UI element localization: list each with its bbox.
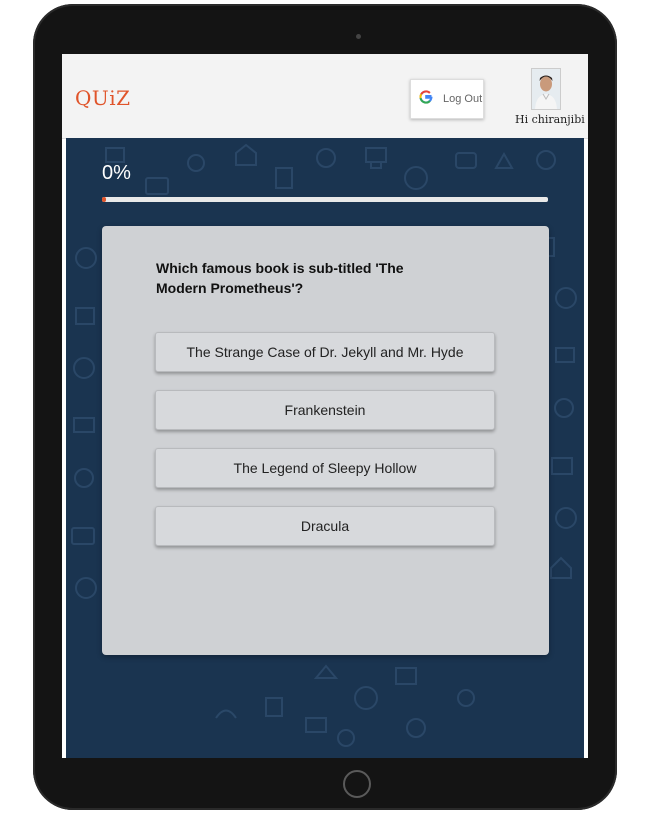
answer-option-4[interactable]: Dracula: [155, 506, 495, 546]
avatar[interactable]: [531, 68, 561, 110]
google-icon: [419, 90, 433, 104]
question-card: Which famous book is sub-titled 'The Mod…: [102, 226, 549, 655]
progress-bar: [102, 197, 548, 202]
avatar-photo: [532, 69, 560, 109]
answer-option-2[interactable]: Frankenstein: [155, 390, 495, 430]
progress-percent: 0%: [102, 162, 131, 184]
logout-label: Log Out: [443, 93, 483, 105]
user-greeting: Hi chiranjibi: [515, 113, 585, 126]
app-screen: QUiZ Log Out Hi chiranjibi 0% Which famo…: [62, 54, 588, 758]
question-text: Which famous book is sub-titled 'The Mod…: [156, 260, 404, 296]
camera-dot: [356, 34, 361, 39]
progress-fill: [102, 197, 106, 202]
logout-button[interactable]: Log Out: [410, 79, 484, 119]
answer-option-1[interactable]: The Strange Case of Dr. Jekyll and Mr. H…: [155, 332, 495, 372]
app-header: QUiZ Log Out Hi chiranjibi: [62, 54, 588, 139]
home-button[interactable]: [343, 770, 371, 798]
answer-option-3[interactable]: The Legend of Sleepy Hollow: [155, 448, 495, 488]
quiz-area: 0% Which famous book is sub-titled 'The …: [66, 138, 584, 758]
app-logo[interactable]: QUiZ: [75, 86, 131, 110]
